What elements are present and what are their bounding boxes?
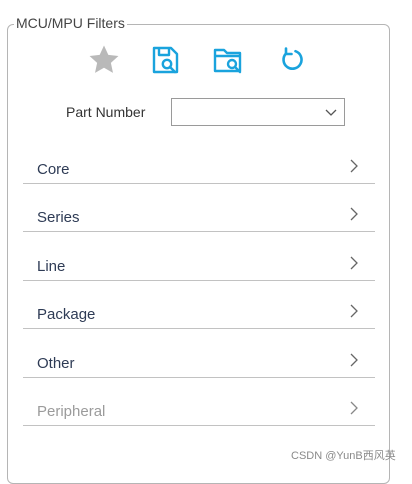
save-search-icon bbox=[152, 46, 179, 74]
chevron-right-icon bbox=[350, 401, 358, 415]
part-number-dropdown[interactable] bbox=[171, 98, 345, 126]
reset-button[interactable] bbox=[274, 42, 310, 78]
filter-row-peripheral: Peripheral bbox=[23, 396, 375, 426]
filter-row-core[interactable]: Core bbox=[23, 154, 375, 184]
chevron-right-icon bbox=[350, 159, 358, 173]
chevron-right-icon bbox=[350, 207, 358, 221]
filter-label: Peripheral bbox=[37, 403, 106, 420]
filter-row-package[interactable]: Package bbox=[23, 299, 375, 329]
filter-label: Core bbox=[37, 161, 70, 178]
favorite-button[interactable] bbox=[86, 42, 122, 78]
star-icon bbox=[89, 45, 119, 73]
chevron-down-icon bbox=[325, 109, 337, 116]
chevron-right-icon bbox=[350, 304, 358, 318]
reset-icon bbox=[282, 47, 303, 70]
open-search-button[interactable] bbox=[211, 42, 247, 78]
filter-label: Package bbox=[37, 306, 96, 323]
filter-row-series[interactable]: Series bbox=[23, 202, 375, 232]
filter-label: Other bbox=[37, 355, 75, 372]
panel-title: MCU/MPU Filters bbox=[14, 14, 127, 32]
chevron-right-icon bbox=[350, 256, 358, 270]
part-number-label: Part Number bbox=[66, 104, 146, 120]
watermark: CSDN @YunB西风英 bbox=[291, 450, 396, 462]
filter-row-line[interactable]: Line bbox=[23, 251, 375, 281]
chevron-right-icon bbox=[350, 353, 358, 367]
filter-row-other[interactable]: Other bbox=[23, 348, 375, 378]
save-search-button[interactable] bbox=[148, 42, 184, 78]
filter-label: Series bbox=[37, 209, 80, 226]
filter-label: Line bbox=[37, 258, 66, 275]
open-folder-search-icon bbox=[213, 48, 242, 74]
